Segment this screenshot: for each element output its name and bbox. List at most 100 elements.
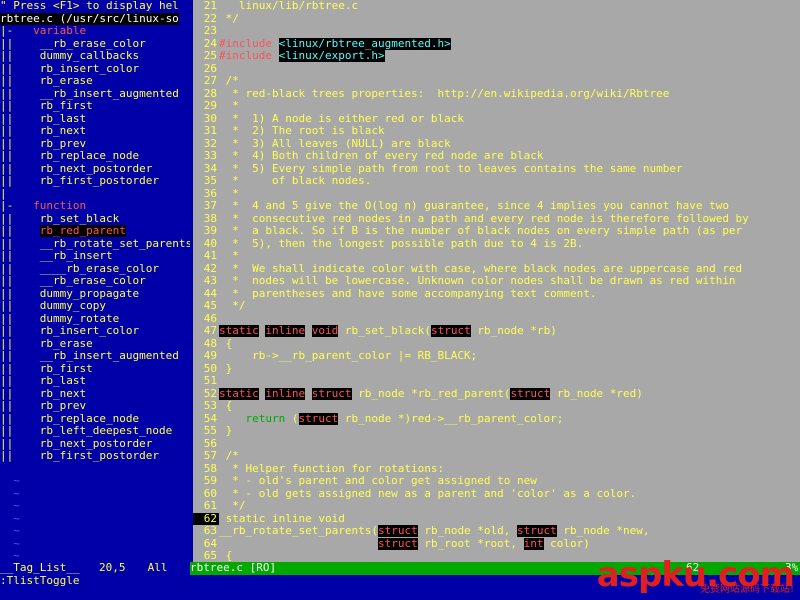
editor-pane[interactable]: 21 linux/lib/rbtree.c 22 */23 24 #include … [193,0,800,562]
code-line[interactable]: 61 */ [193,500,800,513]
code-line[interactable]: 60 * - old gets assigned new as a parent… [193,488,800,501]
code-line[interactable]: 32 * 3) All leaves (NULL) are black [193,138,800,151]
code-line[interactable]: 45 */ [193,300,800,313]
taglist-item[interactable]: || __rb_rotate_set_parents [0,238,190,251]
taglist-item-label[interactable]: __rb_erase_color [40,38,146,50]
taglist-item-label[interactable]: dummy_copy [40,300,106,312]
code-line[interactable]: 47 static inline void rb_set_black(struct… [193,325,800,338]
taglist-item[interactable]: || __rb_insert_augmented [0,350,190,363]
taglist-item[interactable]: || rb_prev [0,138,190,151]
taglist-pane[interactable]: " Press <F1> to display hel rbtree.c (/us… [0,0,190,562]
code-line[interactable]: 38 * consecutive red nodes in a path and… [193,213,800,226]
taglist-item-label[interactable]: rb_next_postorder [40,438,153,450]
code-line[interactable]: 49 rb->__rb_parent_color |= RB_BLACK; [193,350,800,363]
code-line[interactable]: 29 * [193,100,800,113]
taglist-item[interactable]: || rb_next [0,388,190,401]
taglist-item-label[interactable]: __rb_erase_color [40,275,146,287]
code-line[interactable]: 33 * 4) Both children of every red node … [193,150,800,163]
taglist-item-label[interactable]: dummy_propagate [40,288,139,300]
code-line[interactable]: 35 * of black nodes. [193,175,800,188]
taglist-item[interactable]: || __rb_erase_color [0,38,190,51]
code-line[interactable]: 30 * 1) A node is either red or black [193,113,800,126]
code-line[interactable]: 36 * [193,188,800,201]
taglist-group-title[interactable]: variable [13,25,86,37]
taglist-item-label[interactable]: rb_prev [40,138,86,150]
taglist-item-label[interactable]: rb_red_parent [39,225,126,237]
code-line[interactable]: 50 } [193,363,800,376]
taglist-item-label[interactable]: __rb_rotate_set_parents [40,238,190,250]
taglist-item[interactable]: || __rb_insert_augmented [0,88,190,101]
taglist-item-label[interactable]: rb_insert_color [40,325,139,337]
code-line[interactable]: 31 * 2) The root is black [193,125,800,138]
taglist-item[interactable]: || __rb_erase_color [0,275,190,288]
taglist-item[interactable]: || rb_next_postorder [0,163,190,176]
code-line[interactable]: 53 { [193,400,800,413]
taglist-item[interactable]: || rb_set_black [0,213,190,226]
taglist-file-header[interactable]: rbtree.c (/usr/src/linux-so [0,12,190,26]
code-line[interactable]: 44 * parentheses and have some accompany… [193,288,800,301]
code-line[interactable]: 59 * - old's parent and color get assign… [193,475,800,488]
taglist-item-label[interactable]: dummy_callbacks [40,50,139,62]
taglist-item-label[interactable]: __rb_insert_augmented [40,88,179,100]
code-line[interactable]: 58 * Helper function for rotations: [193,463,800,476]
taglist-item[interactable]: || rb_left_deepest_node [0,425,190,438]
taglist-item[interactable]: || dummy_rotate [0,313,190,326]
taglist-item-label[interactable]: dummy_rotate [40,313,119,325]
code-line[interactable]: 39 * a black. So if B is the number of b… [193,225,800,238]
code-line[interactable]: 24 #include <linux/rbtree_augmented.h> [193,37,800,51]
taglist-item-label[interactable]: rb_last [40,375,86,387]
code-line[interactable]: 43 * nodes will be lowercase. Unknown co… [193,275,800,288]
taglist-item[interactable]: || rb_insert_color [0,325,190,338]
taglist-item[interactable]: || ____rb_erase_color [0,263,190,276]
code-line[interactable]: 48 { [193,338,800,351]
taglist-item[interactable]: || dummy_callbacks [0,50,190,63]
code-line[interactable]: 51 [193,375,800,388]
code-line[interactable]: 63 __rb_rotate_set_parents(struct rb_node… [193,525,800,538]
taglist-item-label[interactable]: rb_next_postorder [40,163,153,175]
taglist-item[interactable]: || rb_replace_node [0,150,190,163]
code-line[interactable]: 42 * We shall indicate color with case, … [193,263,800,276]
code-line[interactable]: 27 /* [193,75,800,88]
taglist-item-label[interactable]: rb_first_postorder [40,175,159,187]
taglist-item-label[interactable]: rb_next [40,388,86,400]
taglist-item-label[interactable]: __rb_insert [40,250,113,262]
taglist-group-header[interactable]: |- function [0,200,190,213]
taglist-item[interactable]: || rb_erase [0,75,190,88]
code-line[interactable]: 28 * red-black trees properties: http://… [193,88,800,101]
taglist-item-label[interactable]: rb_set_black [40,213,119,225]
taglist-item[interactable]: || rb_insert_color [0,63,190,76]
taglist-item-label[interactable]: rb_last [40,113,86,125]
taglist-item-label[interactable]: rb_erase [40,338,93,350]
taglist-item[interactable]: || rb_first_postorder [0,175,190,188]
taglist-item[interactable]: || dummy_propagate [0,288,190,301]
code-line[interactable]: 26 [193,63,800,76]
taglist-item-label[interactable]: ____rb_erase_color [40,263,159,275]
taglist-group-title[interactable]: function [13,200,86,212]
code-line[interactable]: 52 static inline struct rb_node *rb_red_p… [193,387,800,401]
taglist-item-label[interactable]: rb_first [40,363,93,375]
code-line[interactable]: 46 [193,313,800,326]
code-line[interactable]: 22 */ [193,13,800,26]
code-line[interactable]: 37 * 4 and 5 give the O(log n) guarantee… [193,200,800,213]
taglist-item[interactable]: || rb_erase [0,338,190,351]
taglist-item[interactable]: || dummy_copy [0,300,190,313]
taglist-item-label[interactable]: rb_replace_node [40,413,139,425]
code-line[interactable]: 54 return (struct rb_node *)red->__rb_pa… [193,412,800,426]
taglist-group-header[interactable]: |- variable [0,25,190,38]
taglist-item[interactable]: || rb_first_postorder [0,450,190,463]
taglist-item[interactable]: || rb_replace_node [0,413,190,426]
taglist-item[interactable]: || rb_first [0,363,190,376]
taglist-item-label[interactable]: rb_first [40,100,93,112]
taglist-item[interactable]: || rb_first [0,100,190,113]
code-line[interactable]: 64 struct rb_root *root, int color) [193,537,800,551]
code-line[interactable]: 41 * [193,250,800,263]
code-line[interactable]: 40 * 5), then the longest possible path … [193,238,800,251]
taglist-item[interactable]: || rb_prev [0,400,190,413]
code-line[interactable]: 62 static inline void [193,512,800,525]
taglist-item[interactable]: || rb_next [0,125,190,138]
taglist-item[interactable]: || __rb_insert [0,250,190,263]
code-line[interactable]: 55 } [193,425,800,438]
code-line[interactable]: 25 #include <linux/export.h> [193,50,800,63]
code-line[interactable]: 23 [193,25,800,38]
taglist-item[interactable]: || rb_last [0,113,190,126]
